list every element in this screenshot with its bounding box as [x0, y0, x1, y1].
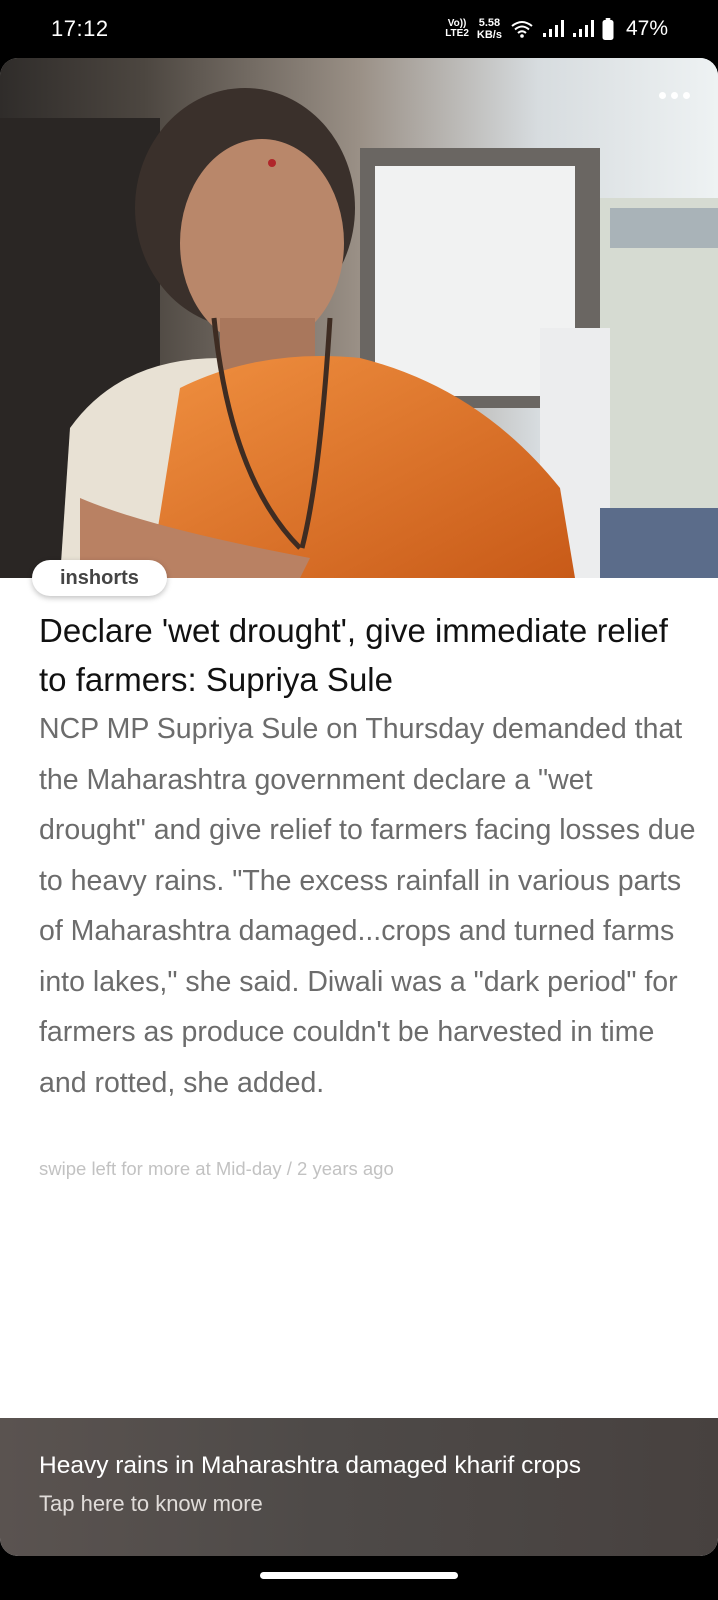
signal-icon [572, 19, 594, 39]
news-card[interactable]: inshorts Declare 'wet drought', give imm… [0, 58, 718, 1556]
network-speed: 5.58 KB/s [476, 17, 502, 41]
article-photo-illustration [0, 58, 718, 578]
battery-percentage: 47% [625, 17, 668, 40]
article-headline: Declare 'wet drought', give immediate re… [39, 612, 668, 698]
more-options-icon[interactable] [659, 92, 690, 99]
status-bar: 17:12 Vo)) LTE2 5.58 KB/s 47% [0, 0, 718, 58]
home-indicator[interactable] [260, 1572, 458, 1579]
battery-icon [602, 18, 614, 40]
brand-label: inshorts [32, 560, 167, 596]
signal-icon [542, 19, 564, 39]
status-icons: Vo)) LTE2 5.58 KB/s 47% [445, 14, 668, 44]
wifi-icon [510, 19, 534, 39]
volte-indicator: Vo)) LTE2 [445, 18, 469, 39]
banner-subtitle: Tap here to know more [39, 1491, 263, 1516]
status-time: 17:12 [51, 16, 109, 41]
article-image[interactable] [0, 58, 718, 578]
article-body: NCP MP Supriya Sule on Thursday demanded… [39, 713, 696, 1099]
banner-title: Heavy rains in Maharashtra damaged khari… [39, 1452, 581, 1479]
related-story-banner[interactable]: Heavy rains in Maharashtra damaged khari… [0, 1418, 718, 1556]
source-link[interactable]: swipe left for more at Mid-day / 2 years… [39, 1158, 394, 1180]
